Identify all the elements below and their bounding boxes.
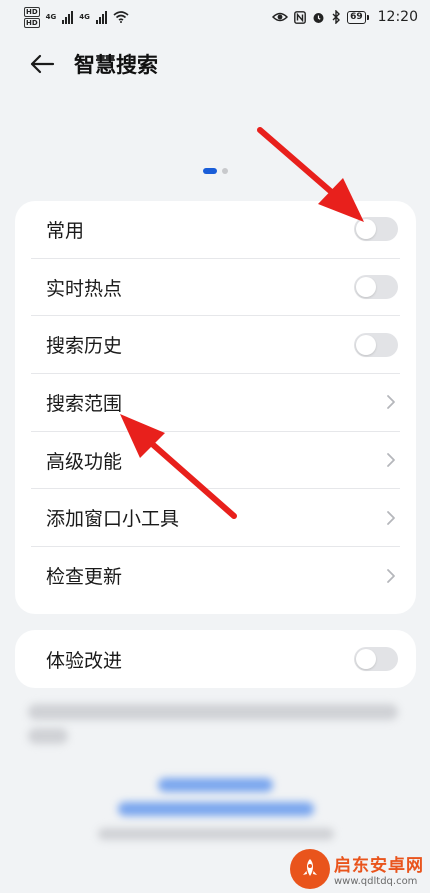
watermark-url: www.qdltdq.com (334, 876, 418, 887)
watermark-text: 启东安卓网 www.qdltdq.com (334, 851, 424, 887)
watermark: 启东安卓网 www.qdltdq.com (290, 849, 424, 889)
watermark-name: 启东安卓网 (334, 856, 424, 876)
annotation-arrow-shaft (139, 432, 237, 519)
annotation-arrows (120, 127, 364, 519)
watermark-logo-icon (290, 849, 330, 889)
rocket-icon (303, 859, 317, 876)
